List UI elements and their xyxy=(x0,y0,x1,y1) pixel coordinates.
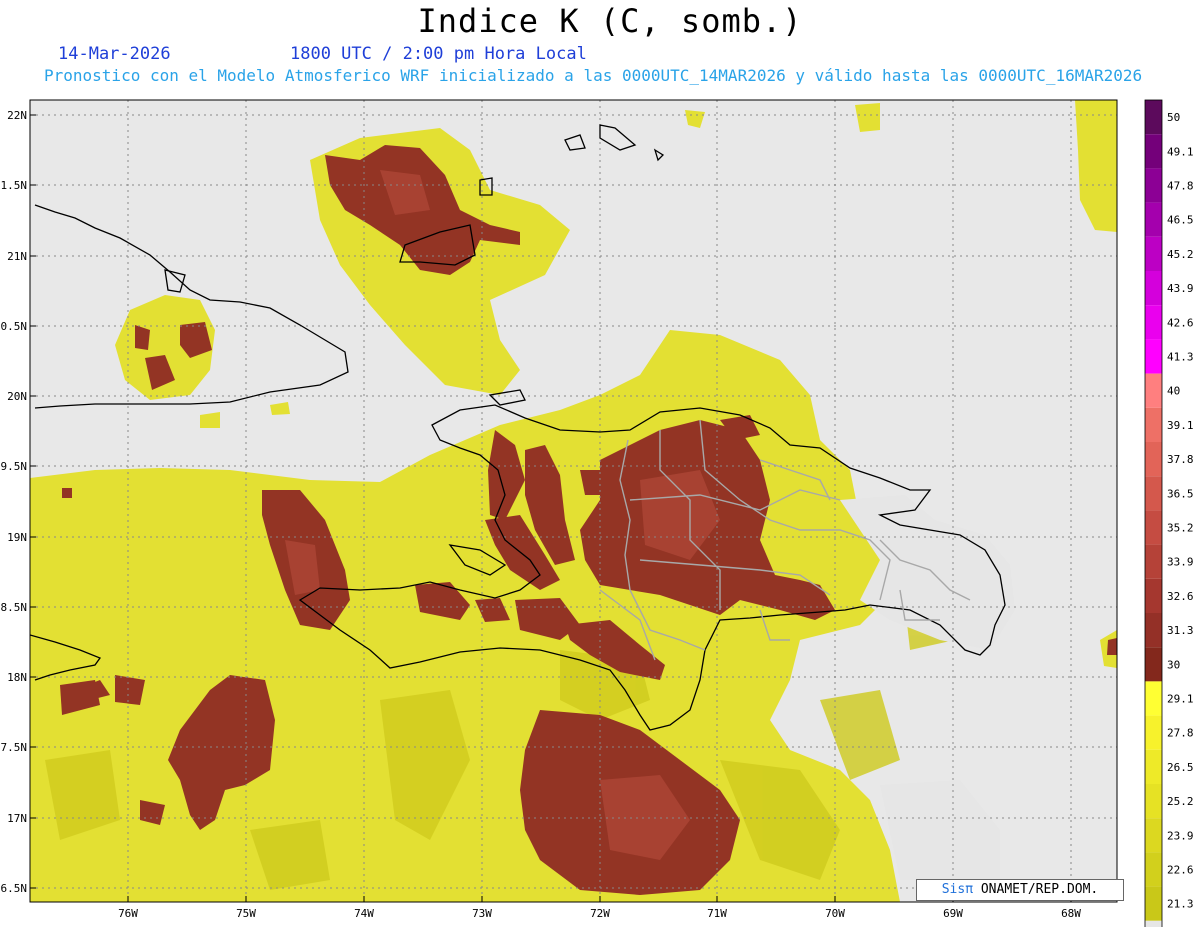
colorbar-label: 37.8 xyxy=(1167,453,1194,466)
lon-label: 70W xyxy=(825,907,845,920)
colorbar-label: 49.1 xyxy=(1167,145,1194,158)
k-index-map: 22N 1.5N 21N 0.5N 20N 9.5N 19N 8.5N 18N … xyxy=(1,99,1194,927)
lon-label: 73W xyxy=(472,907,492,920)
colorbar-swatch xyxy=(1145,236,1162,271)
colorbar-swatch xyxy=(1145,818,1162,853)
lon-label: 74W xyxy=(354,907,374,920)
colorbar-label: 30 xyxy=(1167,658,1180,671)
colorbar-label: 50 xyxy=(1167,111,1180,124)
colorbar-swatch xyxy=(1145,578,1162,613)
colorbar-swatch xyxy=(1145,373,1162,408)
colorbar-label: 26.5 xyxy=(1167,761,1194,774)
colorbar-swatch xyxy=(1145,168,1162,203)
colorbar-swatch xyxy=(1145,852,1162,887)
colorbar-label: 21.3 xyxy=(1167,898,1194,911)
lat-label: 9.5N xyxy=(1,460,28,473)
lat-label: 18N xyxy=(7,671,27,684)
lon-label: 75W xyxy=(236,907,256,920)
colorbar-label: 40 xyxy=(1167,385,1180,398)
lat-label: 1.5N xyxy=(1,179,28,192)
colorbar-swatch xyxy=(1145,681,1162,716)
colorbar-swatch xyxy=(1145,271,1162,306)
colorbar-label: 47.8 xyxy=(1167,180,1194,193)
longitude-labels: 76W 75W 74W 73W 72W 71W 70W 69W 68W xyxy=(118,907,1081,920)
colorbar-swatch xyxy=(1145,476,1162,511)
credit-box: Sisπ ONAMET/REP.DOM. xyxy=(916,879,1124,901)
sispi-logo: Sisπ xyxy=(941,882,974,897)
colorbar-label: 33.9 xyxy=(1167,556,1194,569)
lat-label: 20N xyxy=(7,390,27,403)
colorbar-swatch xyxy=(1145,784,1162,819)
colorbar-label: 42.6 xyxy=(1167,316,1194,329)
colorbar-label: 27.8 xyxy=(1167,727,1194,740)
colorbar-swatch xyxy=(1145,544,1162,579)
lat-label: 7.5N xyxy=(1,741,28,754)
colorbar-swatch xyxy=(1145,749,1162,784)
lat-label: 19N xyxy=(7,531,27,544)
lat-label: 0.5N xyxy=(1,320,28,333)
lat-label: 6.5N xyxy=(1,882,28,895)
lon-label: 69W xyxy=(943,907,963,920)
colorbar-swatch xyxy=(1145,442,1162,477)
colorbar-label: 41.3 xyxy=(1167,351,1194,364)
colorbar-label: 46.5 xyxy=(1167,214,1194,227)
lat-label: 17N xyxy=(7,812,27,825)
colorbar-swatch xyxy=(1145,202,1162,237)
colorbar-swatch xyxy=(1145,510,1162,545)
lat-label: 8.5N xyxy=(1,601,28,614)
lon-label: 71W xyxy=(707,907,727,920)
colorbar-label: 31.3 xyxy=(1167,624,1194,637)
colorbar-swatch xyxy=(1145,715,1162,750)
colorbar-swatch xyxy=(1145,407,1162,442)
colorbar: 50 49.1 47.8 46.5 45.2 43.9 42.6 41.3 40 39.1 37.8… xyxy=(1144,99,1194,927)
colorbar-label: 23.9 xyxy=(1167,829,1194,842)
lon-label: 76W xyxy=(118,907,138,920)
lat-label: 22N xyxy=(7,109,27,122)
colorbar-swatch xyxy=(1145,613,1162,648)
colorbar-swatch xyxy=(1145,647,1162,682)
colorbar-label: 29.1 xyxy=(1167,693,1194,706)
colorbar-label: 43.9 xyxy=(1167,282,1194,295)
lon-label: 72W xyxy=(590,907,610,920)
colorbar-swatch xyxy=(1145,339,1162,374)
colorbar-label: 22.6 xyxy=(1167,864,1194,877)
colorbar-label: 39.1 xyxy=(1167,419,1194,432)
credit-text: ONAMET/REP.DOM. xyxy=(973,882,1099,897)
colorbar-swatch xyxy=(1145,920,1162,927)
colorbar-swatch xyxy=(1145,305,1162,340)
latitude-labels: 22N 1.5N 21N 0.5N 20N 9.5N 19N 8.5N 18N … xyxy=(1,109,28,895)
colorbar-swatch xyxy=(1145,134,1162,169)
colorbar-swatch xyxy=(1145,100,1162,135)
colorbar-swatch xyxy=(1145,886,1162,921)
colorbar-label: 45.2 xyxy=(1167,248,1194,261)
colorbar-label: 35.2 xyxy=(1167,522,1194,535)
colorbar-label: 32.6 xyxy=(1167,590,1194,603)
colorbar-label: 36.5 xyxy=(1167,487,1194,500)
lon-label: 68W xyxy=(1061,907,1081,920)
lat-label: 21N xyxy=(7,250,27,263)
colorbar-label: 25.2 xyxy=(1167,795,1194,808)
